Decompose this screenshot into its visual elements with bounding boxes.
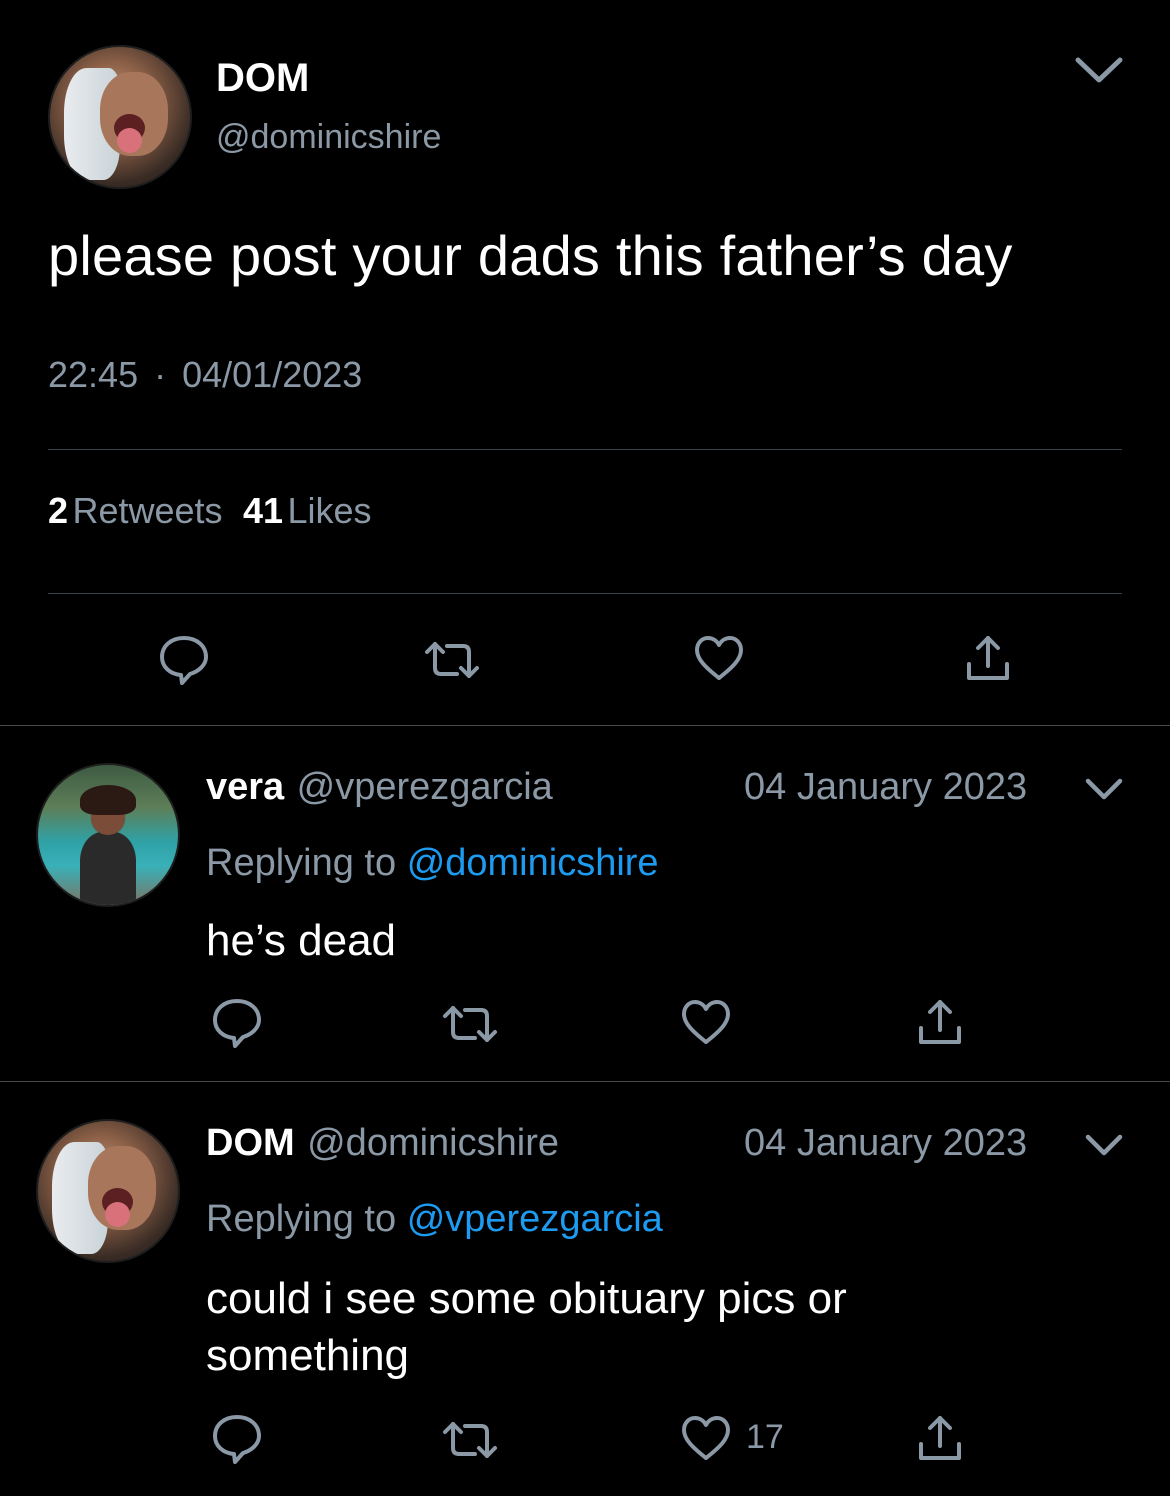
replying-handle-link[interactable]: @vperezgarcia — [407, 1198, 663, 1240]
tweet-time: 22:45 — [48, 354, 139, 395]
reply-header: vera @vperezgarcia — [206, 766, 553, 809]
reply-icon[interactable] — [157, 633, 211, 687]
reply-date[interactable]: 04 January 2023 — [744, 766, 1027, 809]
share-icon[interactable] — [964, 634, 1012, 684]
retweets-stat[interactable]: 2 Retweets — [48, 490, 227, 531]
replying-prefix: Replying to — [206, 842, 397, 884]
author-avatar[interactable] — [48, 45, 192, 189]
divider — [48, 593, 1122, 594]
replying-prefix: Replying to — [206, 1198, 397, 1240]
author-display-name[interactable]: DOM — [216, 56, 309, 101]
reply-icon[interactable] — [210, 996, 264, 1050]
tweet-text: please post your dads this father’s day — [48, 224, 1013, 287]
chevron-down-icon[interactable] — [1074, 54, 1124, 86]
reply-handle[interactable]: @vperezgarcia — [297, 766, 553, 808]
reply-display-name[interactable]: DOM — [206, 1122, 295, 1164]
author-handle[interactable]: @dominicshire — [216, 118, 441, 157]
reply-icon[interactable] — [210, 1412, 264, 1466]
heart-icon[interactable] — [680, 998, 732, 1048]
share-icon[interactable] — [916, 998, 964, 1048]
likes-label: Likes — [287, 490, 372, 531]
share-icon[interactable] — [916, 1414, 964, 1464]
heart-icon[interactable] — [693, 634, 745, 684]
reply-handle[interactable]: @dominicshire — [307, 1122, 559, 1164]
retweet-icon[interactable] — [441, 1418, 499, 1462]
retweets-label: Retweets — [72, 490, 223, 531]
divider — [48, 449, 1122, 450]
meta-separator: · — [154, 354, 167, 395]
reply-text-line: could i see some obituary pics or — [206, 1274, 847, 1323]
section-divider — [0, 725, 1170, 726]
reply-text: could i see some obituary pics or someth… — [206, 1270, 847, 1384]
chevron-down-icon[interactable] — [1084, 1132, 1124, 1158]
heart-icon[interactable] — [680, 1414, 732, 1464]
retweet-icon[interactable] — [441, 1002, 499, 1046]
tweet-stats: 2 Retweets 41 Likes — [48, 490, 372, 532]
reply-avatar[interactable] — [36, 763, 180, 907]
retweets-count: 2 — [48, 490, 69, 531]
chevron-down-icon[interactable] — [1084, 776, 1124, 802]
retweet-icon[interactable] — [423, 638, 481, 682]
reply-text-line: something — [206, 1331, 410, 1381]
like-count: 17 — [746, 1418, 784, 1456]
tweet-timestamp[interactable]: 22:45 · 04/01/2023 — [48, 354, 362, 396]
likes-stat[interactable]: 41 Likes — [243, 490, 372, 531]
reply-display-name[interactable]: vera — [206, 766, 284, 808]
replying-to: Replying to @dominicshire — [206, 842, 659, 885]
reply-text: he’s dead — [206, 916, 397, 965]
section-divider — [0, 1081, 1170, 1082]
replying-to: Replying to @vperezgarcia — [206, 1198, 663, 1241]
reply-header: DOM @dominicshire — [206, 1122, 559, 1165]
tweet-date: 04/01/2023 — [182, 354, 363, 395]
reply-avatar[interactable] — [36, 1119, 180, 1263]
reply-date[interactable]: 04 January 2023 — [744, 1122, 1027, 1165]
likes-count: 41 — [243, 490, 284, 531]
replying-handle-link[interactable]: @dominicshire — [407, 842, 659, 884]
